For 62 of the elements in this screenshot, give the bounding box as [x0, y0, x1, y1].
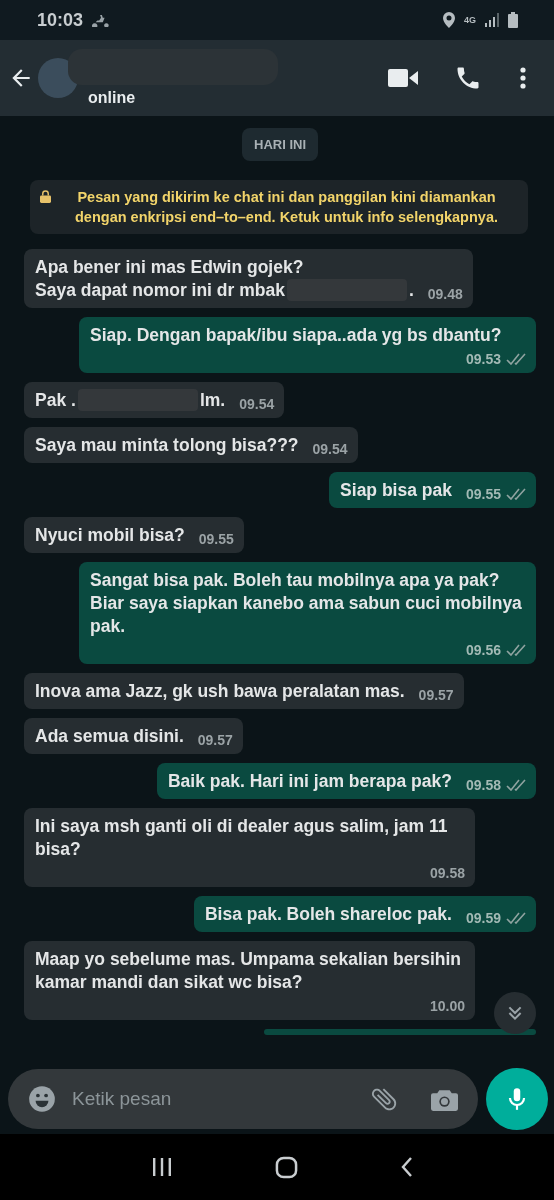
message-time: 09.54 [239, 396, 275, 412]
message-time: 09.57 [418, 687, 454, 703]
back-icon[interactable] [400, 1157, 413, 1177]
message-bubble[interactable]: Apa bener ini mas Edwin gojek? Saya dapat nomor ini dr mbak . 09.48 [24, 249, 473, 308]
message-text: Ini saya msh ganti oli di dealer agus salim, jam 11 bisa? [35, 816, 448, 859]
camera-icon[interactable] [431, 1087, 458, 1111]
message-text: Bisa pak. Boleh shareloc pak. [204, 904, 452, 924]
notice-text: Pesan yang dikirim ke chat ini dan panggilan kini diamankan dengan enkripsi end–to–end. Ketuk untuk info selengkapnya. [74, 188, 499, 227]
battery-icon [508, 12, 518, 28]
emoji-icon[interactable] [28, 1085, 56, 1113]
scooter-icon [92, 13, 111, 27]
message-bubble[interactable]: Siap bisa pak 09.55 [329, 472, 536, 508]
message-bubble[interactable]: Pak . lm. 09.54 [24, 382, 285, 418]
clock-time: 10:03 [37, 9, 84, 31]
message-time: 09.59 [465, 910, 501, 926]
message-text: . [408, 280, 414, 300]
message-time: 09.57 [197, 732, 233, 748]
message-time: 09.55 [198, 531, 234, 547]
home-icon[interactable] [274, 1155, 298, 1179]
message-time: 09.58 [465, 777, 501, 793]
message-text: Pak . [35, 390, 76, 410]
chevron-down-icon [506, 1004, 524, 1022]
message-text: lm. [199, 390, 226, 410]
message-bubble[interactable]: Ini saya msh ganti oli di dealer agus salim, jam 11 bisa? 09.58 [24, 808, 475, 887]
message-bubble[interactable]: Sangat bisa pak. Boleh tau mobilnya apa ya pak? Biar saya siapkan kanebo ama sabun cuci mobilnya pak. 09.56 [79, 562, 536, 664]
video-call-icon[interactable] [388, 69, 418, 87]
scroll-down-button[interactable] [494, 992, 536, 1034]
message-bubble[interactable]: Bisa pak. Boleh shareloc pak. 09.59 [193, 896, 536, 932]
contact-status: online [88, 89, 137, 107]
message-text: Inova ama Jazz, gk ush bawa peralatan mas. [35, 681, 405, 701]
message-text: Siap. Dengan bapak/ibu siapa..ada yg bs dbantu? [90, 325, 502, 345]
message-input-field[interactable]: Ketik pesan [70, 1087, 355, 1111]
message-text: Sangat bisa pak. Boleh tau mobilnya apa ya pak? Biar saya siapkan kanebo ama sabun cuci mobilnya pak. [90, 570, 522, 636]
message-bubble[interactable]: Siap. Dengan bapak/ibu siapa..ada yg bs dbantu? 09.53 [79, 317, 536, 373]
message-time: 10.00 [429, 998, 465, 1014]
location-icon [443, 12, 455, 28]
message-time: 09.48 [427, 286, 463, 302]
message-text: Saya mau minta tolong bisa??? [35, 435, 299, 455]
message-time: 09.55 [465, 486, 501, 502]
message-time: 09.54 [312, 441, 348, 457]
message-bubble[interactable]: Saya mau minta tolong bisa??? 09.54 [24, 427, 358, 463]
message-bubble[interactable]: Inova ama Jazz, gk ush bawa peralatan mas. 09.57 [24, 673, 464, 709]
message-text: Siap bisa pak [340, 480, 452, 500]
more-options-icon[interactable] [520, 67, 526, 89]
message-text: Ada semua disini. [35, 726, 184, 746]
message-bubble[interactable]: Maap yo sebelume mas. Umpama sekalian bersihin kamar mandi dan sikat wc bisa? 10.00 [24, 941, 475, 1020]
lock-icon [40, 190, 51, 203]
message-text: Maap yo sebelume mas. Umpama sekalian bersihin kamar mandi dan sikat wc bisa? [35, 949, 461, 992]
message-bubble[interactable]: Baik pak. Hari ini jam berapa pak? 09.58 [156, 763, 536, 799]
message-bubble[interactable]: Ada semua disini. 09.57 [24, 718, 243, 754]
signal-icon [485, 13, 499, 27]
message-time: 09.56 [465, 642, 501, 658]
message-text: Apa bener ini mas Edwin gojek? Saya dapat nomor ini dr mbak [35, 257, 304, 300]
message-time: 09.53 [465, 351, 501, 367]
encryption-notice[interactable]: Pesan yang dikirim ke chat ini dan panggilan kini diamankan dengan enkripsi end–to–end. Ketuk untuk info selengkapnya. [30, 180, 528, 234]
message-bubble[interactable]: Nyuci mobil bisa? 09.55 [24, 517, 244, 553]
message-text: Baik pak. Hari ini jam berapa pak? [167, 771, 452, 791]
date-chip: HARI INI [242, 128, 318, 161]
recent-apps-icon[interactable] [151, 1158, 172, 1176]
message-time: 09.58 [429, 865, 465, 881]
network-type: 4G [464, 15, 476, 25]
message-text: Nyuci mobil bisa? [35, 525, 185, 545]
